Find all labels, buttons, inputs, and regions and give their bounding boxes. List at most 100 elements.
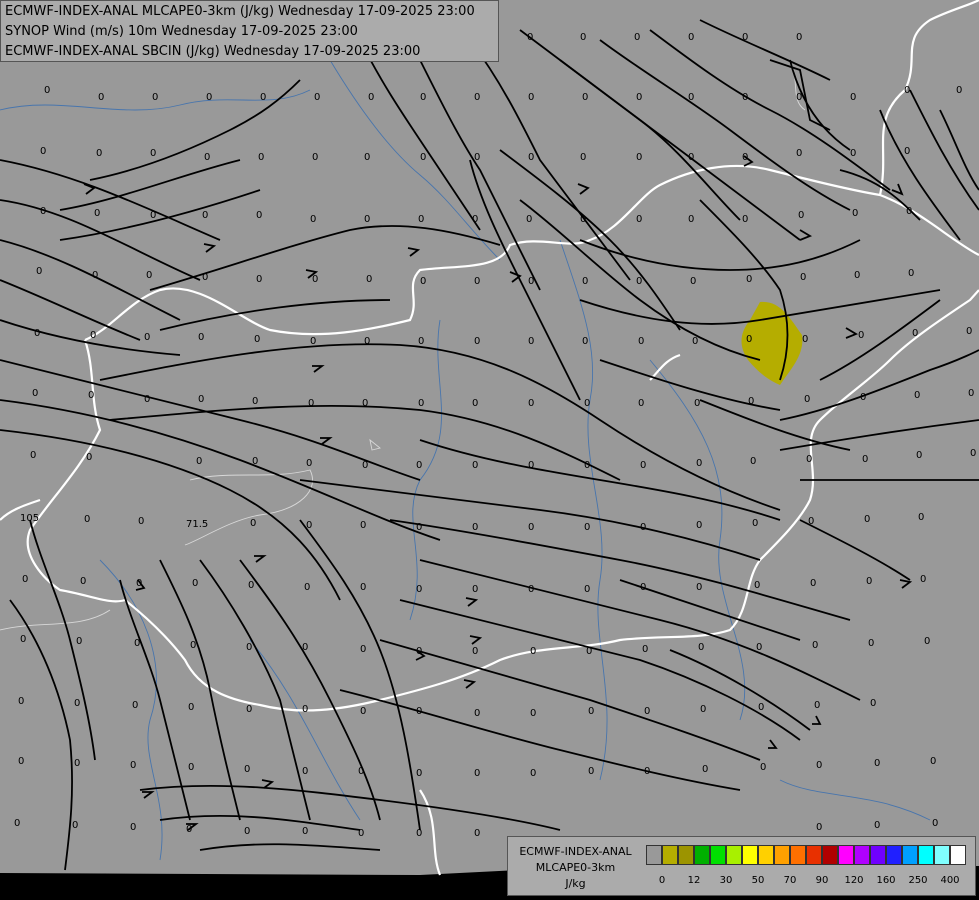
cin-value: 0 <box>956 85 962 96</box>
cin-value: 0 <box>146 270 152 281</box>
cin-value: 0 <box>688 214 694 225</box>
cin-value: 0 <box>302 642 308 653</box>
cin-value: 0 <box>144 394 150 405</box>
weather-map[interactable]: 0 0 0 0 0 0 0 0 0 0 0 0 0 0 0 0 0 0 0 0 … <box>0 0 979 900</box>
color-legend: ECMWF-INDEX-ANAL MLCAPE0-3km J/kg 0 12 30 5… <box>507 836 976 896</box>
cin-value: 0 <box>474 828 480 839</box>
cin-value: 0 <box>364 336 370 347</box>
cin-value: 0 <box>150 210 156 221</box>
cin-value: 0 <box>40 146 46 157</box>
cin-value: 0 <box>472 584 478 595</box>
cin-value: 0 <box>416 768 422 779</box>
cin-value: 0 <box>22 574 28 585</box>
cin-value: 0 <box>758 702 764 713</box>
legend-swatch <box>950 845 966 865</box>
legend-swatch <box>774 845 790 865</box>
cin-value: 0 <box>874 820 880 831</box>
cin-value: 0 <box>970 448 976 459</box>
cin-value: 0 <box>636 276 642 287</box>
cin-value: 0 <box>358 828 364 839</box>
legend-tick-label: 70 <box>783 875 797 886</box>
cin-value: 0 <box>640 460 646 471</box>
cin-value: 0 <box>924 636 930 647</box>
cin-value: 0 <box>742 32 748 43</box>
cin-value: 0 <box>18 696 24 707</box>
cin-value: 0 <box>80 576 86 587</box>
cin-value: 0 <box>530 708 536 719</box>
cin-value: 0 <box>44 85 50 96</box>
cin-value: 0 <box>246 642 252 653</box>
cin-value: 0 <box>914 390 920 401</box>
cin-value: 0 <box>474 708 480 719</box>
cin-value: 0 <box>804 394 810 405</box>
cin-value: 0 <box>850 148 856 159</box>
cin-value: 0 <box>472 214 478 225</box>
cin-value: 0 <box>746 334 752 345</box>
cin-value: 0 <box>582 276 588 287</box>
cin-value: 0 <box>750 456 756 467</box>
cin-value: 0 <box>420 152 426 163</box>
cin-value: 0 <box>644 766 650 777</box>
cin-value: 0 <box>420 276 426 287</box>
info-line-cape: ECMWF-INDEX-ANAL MLCAPE0-3km (J/kg) Wedn… <box>5 4 475 19</box>
cin-value: 0 <box>360 520 366 531</box>
cin-value: 0 <box>418 398 424 409</box>
cin-value: 0 <box>852 208 858 219</box>
cin-value: 0 <box>474 336 480 347</box>
cin-value: 0 <box>858 330 864 341</box>
cin-value: 0 <box>88 390 94 401</box>
legend-tick-label: 30 <box>719 875 733 886</box>
cin-value: 0 <box>244 764 250 775</box>
cin-value: 0 <box>474 152 480 163</box>
cin-value: 0 <box>204 152 210 163</box>
cin-value: 0 <box>530 768 536 779</box>
legend-swatch <box>662 845 678 865</box>
cin-value: 0 <box>416 522 422 533</box>
cin-value: 0 <box>190 640 196 651</box>
cin-value: 0 <box>688 152 694 163</box>
cin-value: 0 <box>304 582 310 593</box>
cin-value: 0 <box>638 398 644 409</box>
cin-value: 0 <box>196 456 202 467</box>
cin-value: 0 <box>132 700 138 711</box>
cin-value: 0 <box>360 582 366 593</box>
cin-value: 0 <box>742 92 748 103</box>
cin-value: 0 <box>310 336 316 347</box>
cin-value: 0 <box>640 522 646 533</box>
cin-value: 0 <box>528 584 534 595</box>
cin-value: 0 <box>362 460 368 471</box>
cin-value: 0 <box>74 698 80 709</box>
cin-value: 0 <box>258 152 264 163</box>
cin-value: 0 <box>860 392 866 403</box>
cin-value: 0 <box>527 32 533 43</box>
legend-swatch <box>822 845 838 865</box>
cin-value: 0 <box>32 388 38 399</box>
cin-value: 0 <box>302 704 308 715</box>
contour-label: 105 <box>20 513 39 524</box>
legend-tick-label: 50 <box>751 875 765 886</box>
cin-value: 0 <box>98 92 104 103</box>
cin-value: 0 <box>904 146 910 157</box>
cin-value: 0 <box>698 642 704 653</box>
cin-value: 0 <box>908 268 914 279</box>
legend-title-source: ECMWF-INDEX-ANAL <box>519 845 632 858</box>
cin-value: 0 <box>14 818 20 829</box>
cin-value: 0 <box>306 520 312 531</box>
cin-value: 0 <box>202 272 208 283</box>
cin-value: 0 <box>584 398 590 409</box>
cin-value: 0 <box>418 336 424 347</box>
cin-value: 0 <box>918 512 924 523</box>
cin-value: 0 <box>752 518 758 529</box>
cin-value: 0 <box>696 520 702 531</box>
cin-value: 0 <box>640 582 646 593</box>
cin-value: 0 <box>696 458 702 469</box>
cin-value: 0 <box>968 388 974 399</box>
cin-value: 0 <box>368 92 374 103</box>
cin-value: 0 <box>188 762 194 773</box>
cin-value: 0 <box>310 214 316 225</box>
cin-value: 0 <box>248 580 254 591</box>
cin-value: 0 <box>76 636 82 647</box>
cin-value: 0 <box>866 576 872 587</box>
cin-value: 0 <box>416 828 422 839</box>
cin-value: 0 <box>690 276 696 287</box>
